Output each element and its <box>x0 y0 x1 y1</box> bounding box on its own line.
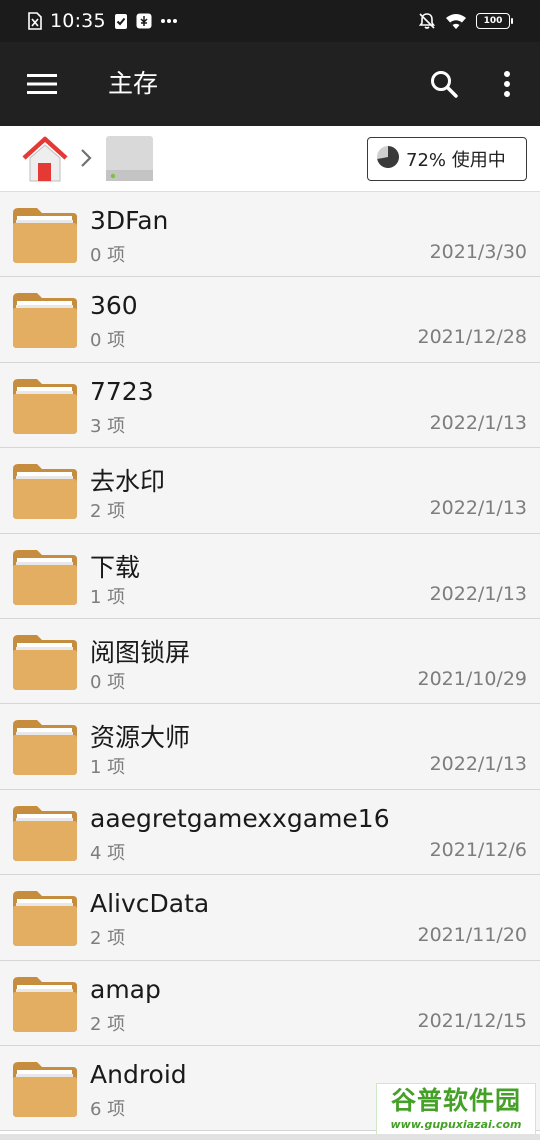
folder-icon <box>11 972 78 1034</box>
file-item-count: 2 项 <box>90 1013 126 1035</box>
list-item[interactable]: 阅图锁屏 0 项 2021/10/29 <box>0 618 540 705</box>
list-item[interactable]: aaegretgamexxgame16 4 项 2021/12/6 <box>0 789 540 876</box>
menu-icon[interactable] <box>24 66 60 102</box>
file-date: 2021/10/29 <box>417 667 527 690</box>
file-item-count: 2 项 <box>90 928 126 950</box>
storage-label: 72% 使用中 <box>406 150 506 171</box>
file-item-count: 0 项 <box>90 330 126 352</box>
file-item-count: 1 项 <box>90 586 126 608</box>
file-date: 2022/1/13 <box>429 753 527 776</box>
folder-icon <box>11 203 78 265</box>
more-vertical-icon[interactable] <box>490 64 524 104</box>
list-item[interactable]: 360 0 项 2021/12/28 <box>0 277 540 363</box>
pie-chart-icon <box>376 145 400 173</box>
file-item-count: 3 项 <box>90 415 126 437</box>
file-date: 2022/1/13 <box>429 497 527 520</box>
folder-icon <box>11 801 78 863</box>
watermark-title: 谷普软件园 <box>390 1086 521 1115</box>
wifi-icon <box>445 13 467 30</box>
file-name: 360 <box>90 291 138 321</box>
list-item[interactable]: 7723 3 项 2022/1/13 <box>0 362 540 449</box>
file-item-count: 0 项 <box>90 245 126 266</box>
bell-off-icon <box>418 12 436 30</box>
file-item-count: 1 项 <box>90 757 126 779</box>
file-item-count: 0 项 <box>90 671 126 693</box>
search-icon[interactable] <box>424 64 464 104</box>
usb-icon <box>136 13 152 29</box>
app-bar: 主存 <box>0 42 540 126</box>
file-name: amap <box>90 974 161 1004</box>
check-badge-icon <box>114 13 128 30</box>
watermark-url: www.gupuxiazai.com <box>390 1118 522 1131</box>
more-dots-icon <box>160 18 178 24</box>
page-title: 主存 <box>108 69 159 98</box>
file-list: 3DFan 0 项 2021/3/30 360 0 项 2021/12/28 7… <box>0 192 540 1132</box>
folder-icon <box>11 630 78 692</box>
battery-level: 100 <box>483 16 503 26</box>
folder-icon <box>11 1057 78 1119</box>
folder-icon <box>11 715 78 777</box>
file-date: 2021/3/30 <box>429 241 527 263</box>
folder-icon <box>11 886 78 948</box>
file-name: AlivcData <box>90 889 210 919</box>
home-icon[interactable] <box>20 134 70 184</box>
file-name: 7723 <box>90 376 154 406</box>
list-item[interactable]: AlivcData 2 项 2021/11/20 <box>0 875 540 961</box>
file-date: 2021/12/28 <box>417 326 527 349</box>
file-name: aaegretgamexxgame16 <box>90 803 390 833</box>
drive-icon[interactable] <box>104 134 156 184</box>
file-name: Android <box>90 1059 187 1089</box>
battery-icon: 100 <box>476 13 513 29</box>
status-right: 100 <box>418 0 513 42</box>
folder-icon <box>11 288 78 350</box>
list-item[interactable]: amap 2 项 2021/12/15 <box>0 960 540 1046</box>
file-date: 2022/1/13 <box>429 411 527 434</box>
breadcrumb: 72% 使用中 <box>0 126 540 192</box>
file-name: 下载 <box>90 552 141 582</box>
sim-card-icon <box>28 12 42 30</box>
folder-icon <box>11 374 78 436</box>
bottom-divider <box>0 1134 540 1140</box>
folder-icon <box>11 545 78 607</box>
list-item[interactable]: 去水印 2 项 2022/1/13 <box>0 448 540 534</box>
folder-icon <box>11 459 78 521</box>
list-item[interactable]: 3DFan 0 项 2021/3/30 <box>0 192 540 278</box>
file-date: 2021/11/20 <box>417 924 527 947</box>
file-name: 资源大师 <box>90 723 191 753</box>
file-name: 去水印 <box>90 467 166 497</box>
file-date: 2021/12/15 <box>417 1009 527 1032</box>
status-bar: 10:35 100 <box>0 0 540 42</box>
file-date: 2022/1/13 <box>429 582 527 605</box>
status-left: 10:35 <box>28 0 178 42</box>
chevron-right-icon <box>78 147 94 169</box>
file-item-count: 2 项 <box>90 501 126 523</box>
file-item-count: 6 项 <box>90 1098 126 1120</box>
list-item[interactable]: 资源大师 1 项 2022/1/13 <box>0 704 540 790</box>
file-date: 2021/12/6 <box>429 838 527 861</box>
file-name: 阅图锁屏 <box>90 637 191 667</box>
watermark-logo: 谷普软件园 www.gupuxiazai.com <box>376 1083 536 1137</box>
storage-usage-button[interactable]: 72% 使用中 <box>367 137 527 181</box>
file-name: 3DFan <box>90 206 169 235</box>
list-item[interactable]: 下载 1 项 2022/1/13 <box>0 533 540 619</box>
file-item-count: 4 项 <box>90 842 126 864</box>
status-time: 10:35 <box>50 10 106 32</box>
